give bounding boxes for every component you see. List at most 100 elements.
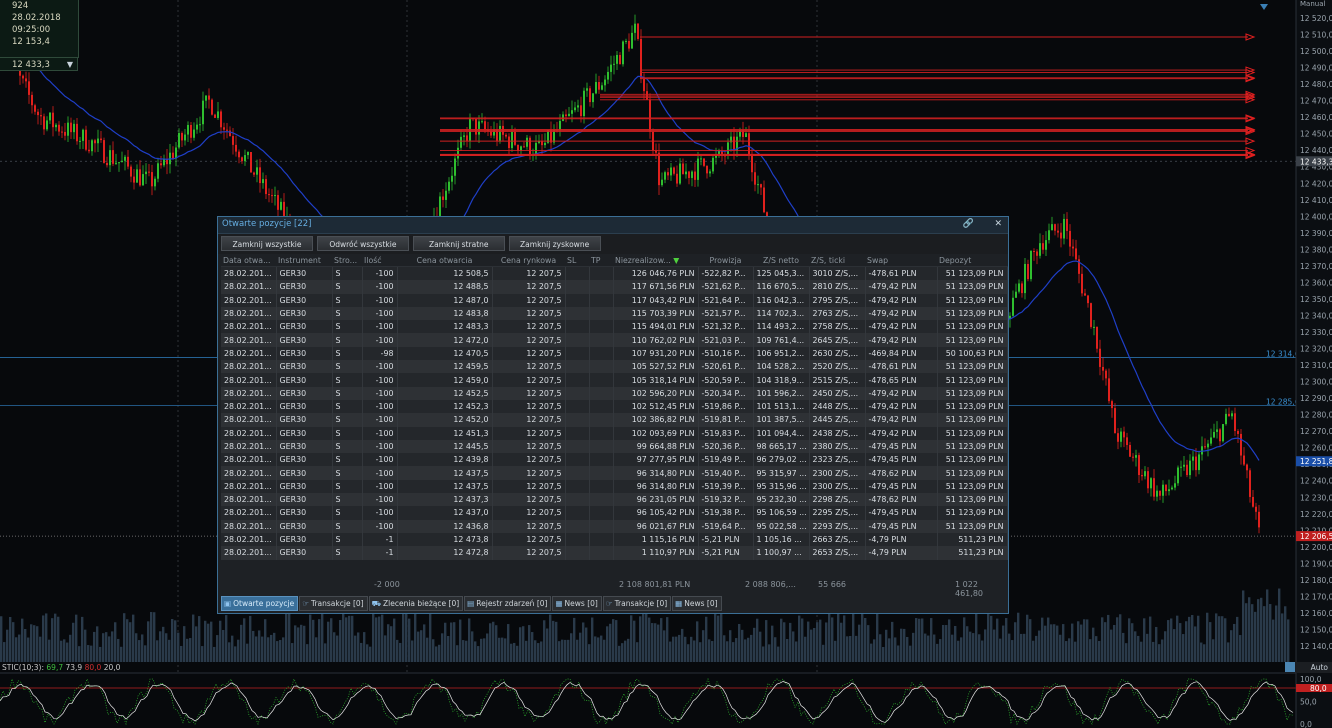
col-pl-ticks[interactable]: Z/S, ticki (809, 254, 865, 267)
cell-instrument: GER30 (276, 519, 333, 533)
candle-body (1045, 240, 1047, 250)
close-losing-button[interactable]: Zamknij stratne (412, 236, 505, 251)
candle-body (55, 124, 57, 128)
col-open-date[interactable]: Data otwa... (221, 254, 276, 267)
tab-pending-orders[interactable]: ⛟ Zlecenia bieżące [0] (368, 596, 464, 611)
close-winning-button[interactable]: Zamknij zyskowne (508, 236, 601, 251)
scale-toggle-button[interactable] (1285, 662, 1295, 672)
table-row[interactable]: 28.02.201... GER30 S -100 12 452,0 12 207,5 10… (221, 413, 1008, 427)
col-deposit[interactable]: Depozyt (937, 254, 1007, 267)
volume-bar (576, 639, 579, 662)
sort-desc-icon[interactable]: ▼ (673, 256, 679, 265)
candle-body (103, 140, 105, 163)
volume-bar (345, 617, 348, 662)
cell-unrealized: 105 318,14 PLN (613, 373, 699, 387)
candle-body (676, 173, 678, 184)
table-row[interactable]: 28.02.201... GER30 S -100 12 459,0 12 207,5 10… (221, 373, 1008, 387)
volume-bar (903, 628, 906, 662)
table-row[interactable]: 28.02.201... GER30 S -100 12 437,5 12 207,5 96… (221, 479, 1008, 494)
volume-bar (1278, 588, 1281, 662)
col-open-price[interactable]: Cena otwarcia (397, 254, 492, 267)
tab-news[interactable]: ▦ News [0] (552, 596, 602, 611)
price-marker-label: 12 433,3 (1300, 157, 1332, 166)
table-row[interactable]: 28.02.201... GER30 S -100 12 439,8 12 207,5 97… (221, 453, 1008, 467)
price-tick-label: 12 230,0 (1300, 493, 1332, 502)
tab-news-2[interactable]: ▦ News [0] (672, 596, 722, 611)
cell-deposit: 51 123,09 PLN (937, 466, 1008, 480)
cell-quantity: -100 (362, 413, 398, 427)
tab-transactions[interactable]: ☞ Transakcje [0] (299, 596, 368, 611)
table-row[interactable]: 28.02.201... GER30 S -100 12 472,0 12 207,5 11… (221, 333, 1008, 347)
table-row[interactable]: 28.02.201... GER30 S -100 12 445,5 12 207,5 99… (221, 439, 1008, 454)
panel-title-bar[interactable]: Otwarte pozycje [22] 🔗 ✕ (218, 217, 1008, 234)
table-row[interactable]: 28.02.201... GER30 S -98 12 470,5 12 207,5 107… (221, 346, 1008, 361)
cell-market-price: 12 207,5 (492, 386, 566, 400)
col-market-price[interactable]: Cena rynkowa (492, 254, 565, 267)
col-commission[interactable]: Prowizja (698, 254, 753, 267)
table-row[interactable]: 28.02.201... GER30 S -1 12 472,8 12 207,5 1 11… (221, 546, 1008, 560)
volume-bar (828, 612, 831, 662)
tab-transactions-2[interactable]: ☞ Transakcje [0] (602, 596, 672, 611)
table-row[interactable]: 28.02.201... GER30 S -100 12 459,5 12 207,5 10… (221, 360, 1008, 374)
table-row[interactable]: 28.02.201... GER30 S -100 12 437,0 12 207,5 96… (221, 506, 1008, 520)
close-icon[interactable]: ✕ (994, 217, 1002, 232)
cell-instrument: GER30 (276, 493, 333, 507)
volume-bar (474, 641, 477, 662)
volume-bar (609, 623, 612, 662)
table-row[interactable]: 28.02.201... GER30 S -100 12 436,8 12 207,5 96… (221, 519, 1008, 533)
cell-side: S (332, 306, 363, 321)
chevron-down-icon[interactable]: ▼ (67, 58, 73, 72)
candle-body (127, 156, 129, 167)
price-selector[interactable]: 12 433,3 ▼ (0, 57, 78, 71)
col-tp[interactable]: TP (589, 254, 613, 267)
price-tick-label: 12 340,0 (1300, 311, 1332, 320)
volume-bar (393, 618, 396, 662)
col-swap[interactable]: Swap (865, 254, 937, 267)
volume-bar (1215, 613, 1218, 662)
table-row[interactable]: 28.02.201... GER30 S -100 12 437,3 12 207,5 96… (221, 493, 1008, 507)
table-row[interactable]: 28.02.201... GER30 S -100 12 483,8 12 207,5 11… (221, 306, 1008, 321)
col-sl[interactable]: SL (565, 254, 589, 267)
col-unrealized[interactable]: Niezrealizow... ▼ (613, 254, 698, 267)
tab-open-positions[interactable]: ▣ Otwarte pozycje (221, 596, 299, 611)
candle-body (1018, 283, 1020, 292)
col-side[interactable]: Stro... (332, 254, 362, 267)
volume-bar (774, 637, 777, 662)
cell-open-price: 12 488,5 (397, 280, 493, 294)
volume-bar (177, 632, 180, 662)
col-instrument[interactable]: Instrument (276, 254, 332, 267)
table-row[interactable]: 28.02.201... GER30 S -1 12 473,8 12 207,5 1 11… (221, 532, 1008, 547)
col-net-pl[interactable]: Z/S netto (753, 254, 809, 267)
close-all-button[interactable]: Zamknij wszystkie (221, 236, 313, 251)
volume-bar (435, 646, 438, 662)
table-row[interactable]: 28.02.201... GER30 S -100 12 508,5 12 207,5 12… (221, 266, 1008, 281)
candle-body (499, 125, 501, 141)
volume-bar (681, 628, 684, 662)
candle-body (79, 140, 81, 142)
col-quantity[interactable]: Ilość (362, 254, 397, 267)
candle-body (517, 144, 519, 151)
price-tick-label: 12 280,0 (1300, 411, 1332, 420)
candle-body (1222, 424, 1224, 442)
table-row[interactable]: 28.02.201... GER30 S -100 12 437,5 12 207,5 96… (221, 466, 1008, 480)
table-row[interactable]: 28.02.201... GER30 S -100 12 452,3 12 207,5 10… (221, 399, 1008, 414)
tab-event-log[interactable]: ▤ Rejestr zdarzeń [0] (464, 596, 552, 611)
volume-bar (720, 612, 723, 662)
volume-bar (768, 644, 771, 662)
reverse-all-button[interactable]: Odwróć wszystkie (316, 236, 409, 251)
table-row[interactable]: 28.02.201... GER30 S -100 12 451,3 12 207,5 10… (221, 426, 1008, 440)
table-row[interactable]: 28.02.201... GER30 S -100 12 483,3 12 207,5 11… (221, 320, 1008, 334)
cell-side: S (332, 453, 363, 467)
auto-scale-button[interactable]: Auto (1296, 662, 1332, 673)
table-row[interactable]: 28.02.201... GER30 S -100 12 488,5 12 207,5 11… (221, 280, 1008, 294)
volume-bar (585, 627, 588, 662)
candle-body (181, 133, 183, 141)
volume-bar (534, 640, 537, 662)
cell-side: S (332, 546, 363, 560)
volume-bar (885, 629, 888, 662)
table-row[interactable]: 28.02.201... GER30 S -100 12 487,0 12 207,5 11… (221, 293, 1008, 307)
volume-bar (714, 613, 717, 662)
cell-pl-ticks: 2795 Z/S,... (809, 293, 866, 307)
link-icon[interactable]: 🔗 (963, 217, 974, 232)
table-row[interactable]: 28.02.201... GER30 S -100 12 452,5 12 207,5 10… (221, 386, 1008, 400)
